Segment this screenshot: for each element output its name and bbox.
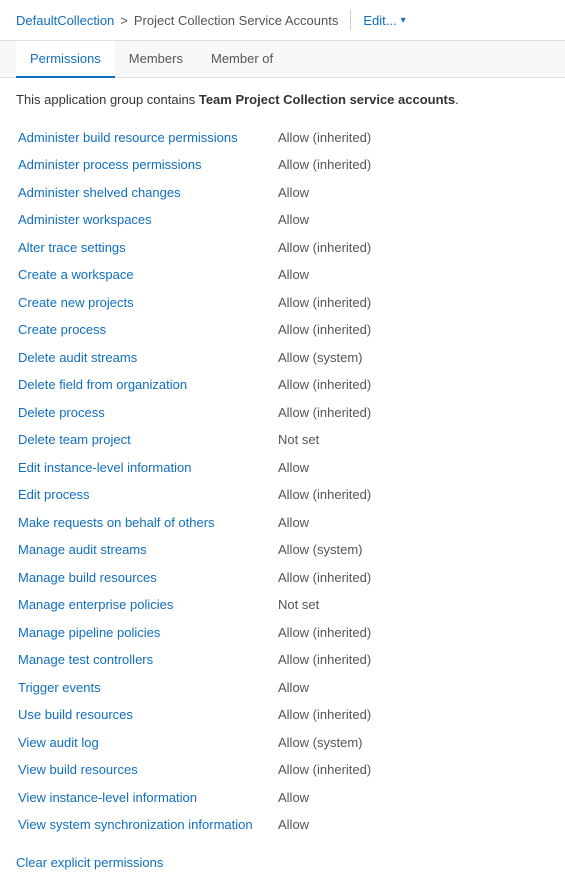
permission-name[interactable]: Administer shelved changes (16, 179, 276, 207)
permission-value: Allow (inherited) (276, 124, 549, 152)
permission-name[interactable]: Delete team project (16, 426, 276, 454)
permission-name[interactable]: Delete field from organization (16, 371, 276, 399)
permission-value: Allow (inherited) (276, 701, 549, 729)
tab-members[interactable]: Members (115, 41, 197, 78)
permission-name[interactable]: Delete process (16, 399, 276, 427)
table-row: Manage test controllersAllow (inherited) (16, 646, 549, 674)
table-row: Delete team projectNot set (16, 426, 549, 454)
table-row: Administer process permissionsAllow (inh… (16, 151, 549, 179)
permission-value: Allow (276, 261, 549, 289)
tab-permissions[interactable]: Permissions (16, 41, 115, 78)
tabs-container: Permissions Members Member of (0, 41, 565, 78)
permission-name[interactable]: View system synchronization information (16, 811, 276, 839)
table-row: Trigger eventsAllow (16, 674, 549, 702)
permission-value: Allow (276, 784, 549, 812)
permission-value: Allow (276, 179, 549, 207)
permission-name[interactable]: Edit instance-level information (16, 454, 276, 482)
permission-value: Allow (276, 206, 549, 234)
header-divider (350, 10, 351, 30)
permission-value: Not set (276, 591, 549, 619)
table-row: Administer build resource permissionsAll… (16, 124, 549, 152)
table-row: Create a workspaceAllow (16, 261, 549, 289)
permission-value: Allow (system) (276, 536, 549, 564)
table-row: Edit instance-level informationAllow (16, 454, 549, 482)
table-row: Administer shelved changesAllow (16, 179, 549, 207)
permission-name[interactable]: Use build resources (16, 701, 276, 729)
table-row: Alter trace settingsAllow (inherited) (16, 234, 549, 262)
table-row: Manage build resourcesAllow (inherited) (16, 564, 549, 592)
table-row: Use build resourcesAllow (inherited) (16, 701, 549, 729)
permission-name[interactable]: Manage pipeline policies (16, 619, 276, 647)
permission-name[interactable]: Trigger events (16, 674, 276, 702)
permission-value: Allow (inherited) (276, 151, 549, 179)
table-row: View system synchronization informationA… (16, 811, 549, 839)
permission-name[interactable]: Edit process (16, 481, 276, 509)
permission-value: Allow (276, 811, 549, 839)
permission-name[interactable]: Administer process permissions (16, 151, 276, 179)
table-row: View audit logAllow (system) (16, 729, 549, 757)
main-content: This application group contains Team Pro… (0, 78, 565, 882)
permission-value: Allow (inherited) (276, 646, 549, 674)
permission-value: Allow (system) (276, 344, 549, 372)
permission-value: Allow (inherited) (276, 316, 549, 344)
breadcrumb: DefaultCollection > Project Collection S… (16, 13, 338, 28)
tab-member-of[interactable]: Member of (197, 41, 287, 78)
permissions-table: Administer build resource permissionsAll… (16, 124, 549, 839)
permission-name[interactable]: View build resources (16, 756, 276, 784)
clear-permissions-link[interactable]: Clear explicit permissions (16, 855, 163, 870)
permission-value: Allow (inherited) (276, 289, 549, 317)
permission-value: Allow (inherited) (276, 399, 549, 427)
edit-button[interactable]: Edit... ▾ (363, 13, 405, 28)
table-row: Delete audit streamsAllow (system) (16, 344, 549, 372)
permission-value: Allow (inherited) (276, 481, 549, 509)
permission-name[interactable]: Administer build resource permissions (16, 124, 276, 152)
breadcrumb-collection-link[interactable]: DefaultCollection (16, 13, 114, 28)
permission-name[interactable]: Create process (16, 316, 276, 344)
permission-name[interactable]: View instance-level information (16, 784, 276, 812)
description-text: This application group contains Team Pro… (16, 90, 549, 110)
permission-name[interactable]: Manage build resources (16, 564, 276, 592)
chevron-down-icon: ▾ (401, 15, 406, 26)
table-row: Create new projectsAllow (inherited) (16, 289, 549, 317)
permission-name[interactable]: Create new projects (16, 289, 276, 317)
table-row: View instance-level informationAllow (16, 784, 549, 812)
table-row: Delete processAllow (inherited) (16, 399, 549, 427)
breadcrumb-current-page: Project Collection Service Accounts (134, 13, 338, 28)
permission-value: Allow (inherited) (276, 234, 549, 262)
permission-name[interactable]: Manage enterprise policies (16, 591, 276, 619)
permission-name[interactable]: Create a workspace (16, 261, 276, 289)
description-highlight: Team Project Collection service accounts (199, 92, 455, 107)
table-row: Manage audit streamsAllow (system) (16, 536, 549, 564)
table-row: Administer workspacesAllow (16, 206, 549, 234)
permission-name[interactable]: Manage audit streams (16, 536, 276, 564)
permission-name[interactable]: Delete audit streams (16, 344, 276, 372)
permission-value: Allow (inherited) (276, 564, 549, 592)
permission-value: Allow (276, 509, 549, 537)
table-row: Create processAllow (inherited) (16, 316, 549, 344)
page-header: DefaultCollection > Project Collection S… (0, 0, 565, 41)
permission-name[interactable]: Alter trace settings (16, 234, 276, 262)
permission-name[interactable]: Manage test controllers (16, 646, 276, 674)
permission-value: Allow (inherited) (276, 371, 549, 399)
permission-value: Allow (system) (276, 729, 549, 757)
permission-value: Allow (276, 454, 549, 482)
permission-name[interactable]: View audit log (16, 729, 276, 757)
table-row: View build resourcesAllow (inherited) (16, 756, 549, 784)
permission-value: Not set (276, 426, 549, 454)
permission-name[interactable]: Make requests on behalf of others (16, 509, 276, 537)
table-row: Delete field from organizationAllow (inh… (16, 371, 549, 399)
permission-value: Allow (276, 674, 549, 702)
table-row: Manage pipeline policiesAllow (inherited… (16, 619, 549, 647)
permission-name[interactable]: Administer workspaces (16, 206, 276, 234)
permission-value: Allow (inherited) (276, 756, 549, 784)
permission-value: Allow (inherited) (276, 619, 549, 647)
table-row: Edit processAllow (inherited) (16, 481, 549, 509)
table-row: Manage enterprise policiesNot set (16, 591, 549, 619)
edit-label: Edit... (363, 13, 396, 28)
table-row: Make requests on behalf of othersAllow (16, 509, 549, 537)
breadcrumb-separator: > (120, 13, 128, 28)
